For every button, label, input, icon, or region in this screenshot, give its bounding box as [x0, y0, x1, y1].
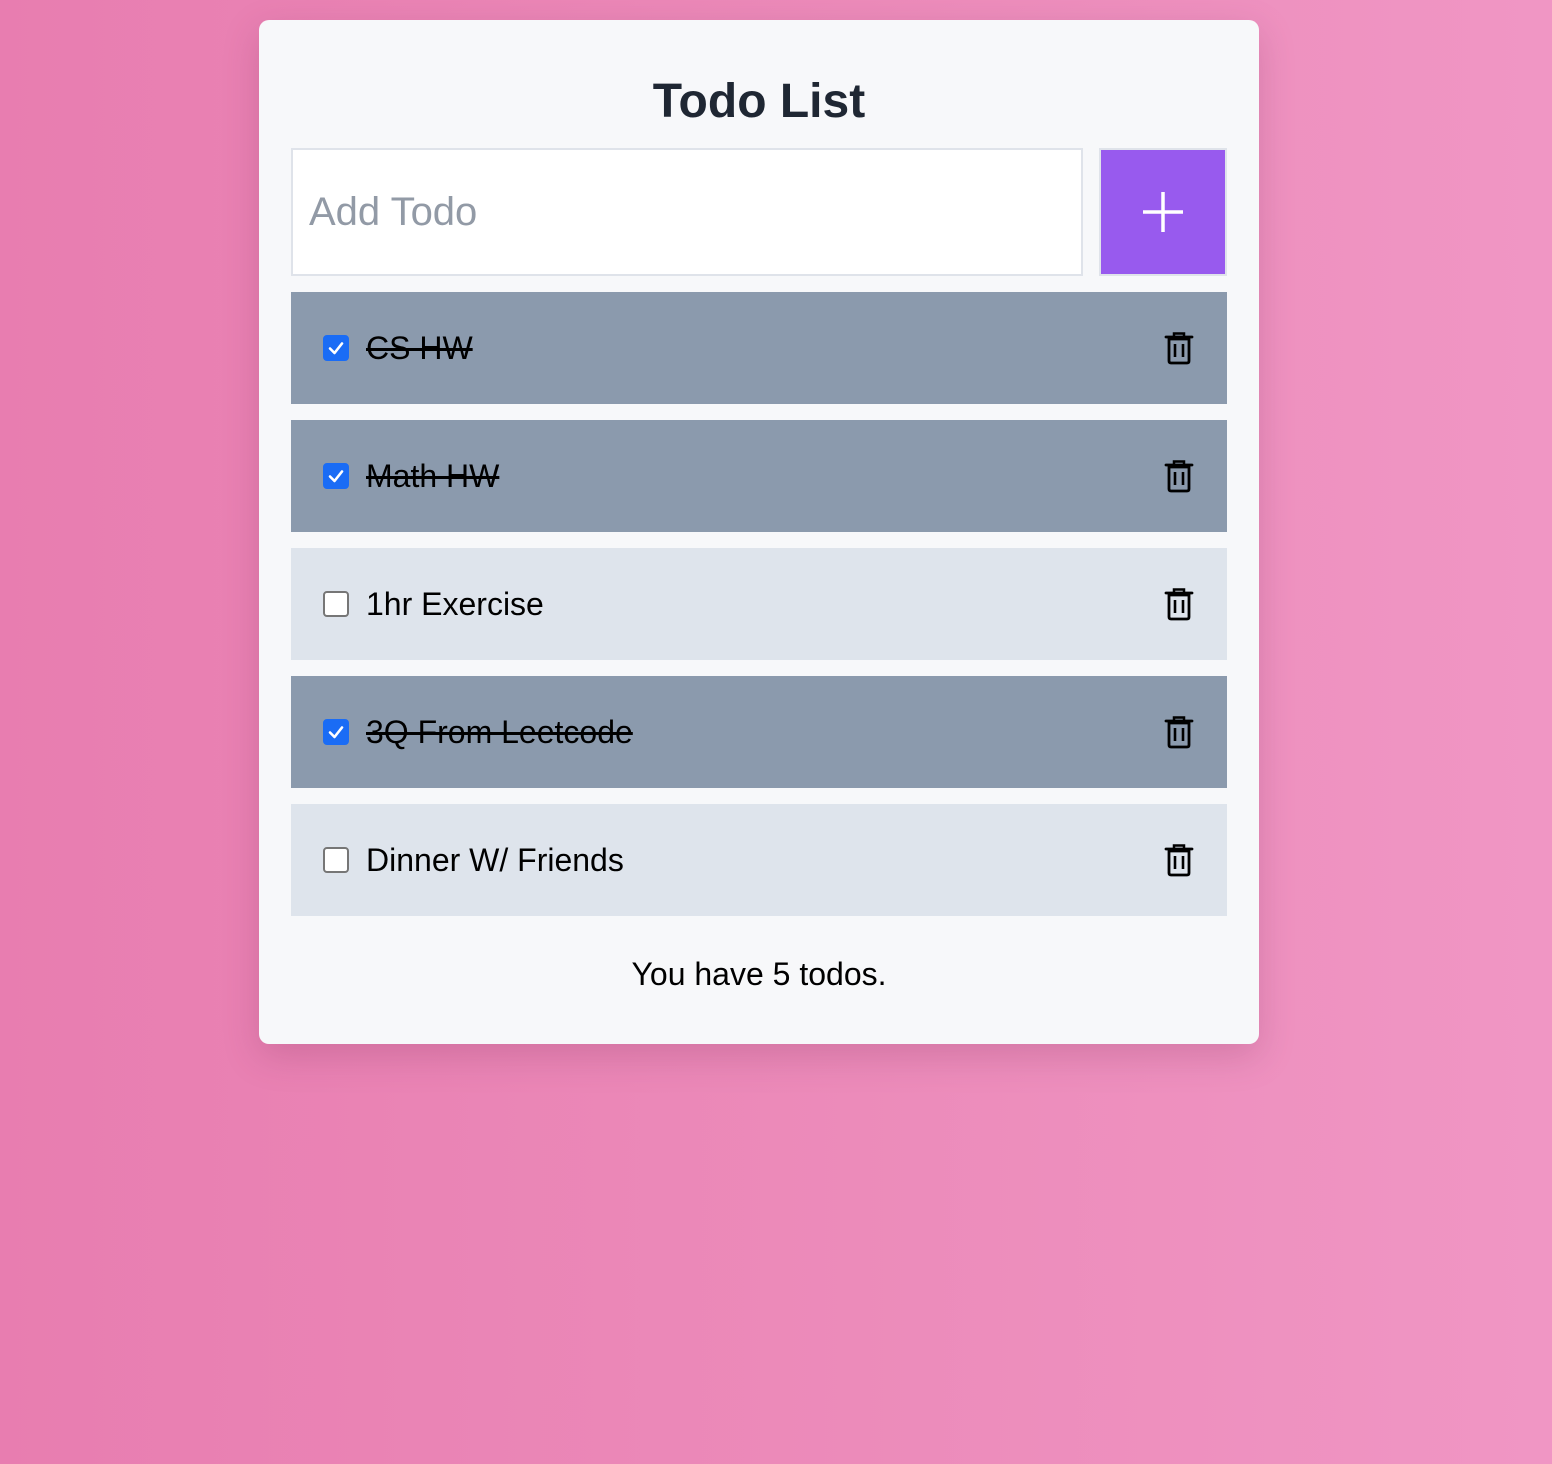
todo-checkbox[interactable]	[323, 591, 349, 617]
add-todo-button[interactable]	[1099, 148, 1227, 276]
trash-icon	[1164, 332, 1194, 365]
todo-label: 1hr Exercise	[366, 586, 544, 622]
todo-count-summary: You have 5 todos.	[631, 956, 887, 992]
todo-label: CS HW	[366, 330, 473, 366]
todo-checkbox[interactable]	[323, 719, 349, 745]
trash-icon	[1164, 844, 1194, 877]
todo-checkbox[interactable]	[323, 463, 349, 489]
delete-todo-button[interactable]	[1163, 459, 1195, 493]
todo-checkbox[interactable]	[323, 335, 349, 361]
todo-list: CS HW Math HW 1hr Exercise 3Q From Leetc…	[291, 292, 1227, 932]
todo-label: 3Q From Leetcode	[366, 714, 633, 750]
todo-card: Todo List CS HW	[259, 20, 1259, 1044]
plus-icon	[1143, 192, 1183, 232]
trash-icon	[1164, 460, 1194, 493]
delete-todo-button[interactable]	[1163, 331, 1195, 365]
trash-icon	[1164, 716, 1194, 749]
todo-checkbox[interactable]	[323, 847, 349, 873]
todo-item: CS HW	[291, 292, 1227, 404]
todo-item: 3Q From Leetcode	[291, 676, 1227, 788]
check-icon	[328, 726, 344, 739]
todo-label: Dinner W/ Friends	[366, 842, 624, 878]
trash-icon	[1164, 588, 1194, 621]
delete-todo-button[interactable]	[1163, 587, 1195, 621]
todo-label: Math HW	[366, 458, 500, 494]
check-icon	[328, 342, 344, 355]
todo-item: Dinner W/ Friends	[291, 804, 1227, 916]
todo-item: 1hr Exercise	[291, 548, 1227, 660]
check-icon	[328, 470, 344, 483]
delete-todo-button[interactable]	[1163, 715, 1195, 749]
todo-item: Math HW	[291, 420, 1227, 532]
add-todo-input[interactable]	[291, 148, 1083, 276]
page-title: Todo List	[652, 75, 866, 128]
delete-todo-button[interactable]	[1163, 843, 1195, 877]
